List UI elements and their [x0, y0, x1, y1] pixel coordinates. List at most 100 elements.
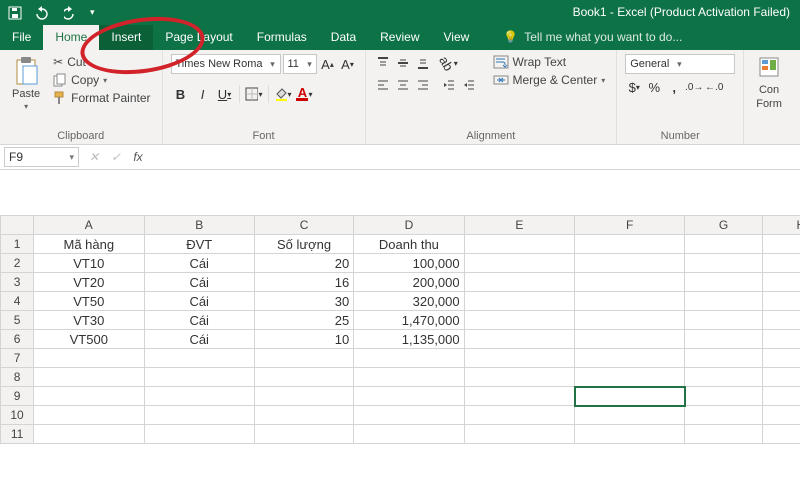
cell[interactable]: 1,135,000: [354, 330, 464, 349]
cell[interactable]: [354, 349, 464, 368]
copy-button[interactable]: Copy▾: [50, 72, 153, 88]
accounting-format-button[interactable]: $▾: [625, 78, 643, 96]
qat-customize-icon[interactable]: ▾: [90, 7, 95, 18]
tab-page-layout[interactable]: Page Layout: [153, 25, 244, 50]
cell[interactable]: [685, 254, 762, 273]
row-header[interactable]: 11: [1, 425, 34, 444]
cell[interactable]: Số lượng: [254, 235, 353, 254]
cell[interactable]: [254, 368, 353, 387]
cell[interactable]: [34, 425, 144, 444]
cell[interactable]: [575, 254, 685, 273]
align-left-button[interactable]: [374, 76, 392, 94]
cell[interactable]: [685, 330, 762, 349]
cell[interactable]: Cái: [144, 311, 254, 330]
col-header-F[interactable]: F: [575, 216, 685, 235]
row-header[interactable]: 4: [1, 292, 34, 311]
cell[interactable]: [762, 425, 800, 444]
merge-center-button[interactable]: Merge & Center▾: [490, 72, 609, 88]
cell[interactable]: Mã hàng: [34, 235, 144, 254]
cell[interactable]: [685, 425, 762, 444]
cell[interactable]: [34, 349, 144, 368]
decrease-decimal-button[interactable]: ←.0: [705, 78, 723, 96]
cell[interactable]: [354, 368, 464, 387]
cell[interactable]: [254, 425, 353, 444]
cell[interactable]: [762, 349, 800, 368]
row-header[interactable]: 3: [1, 273, 34, 292]
col-header-D[interactable]: D: [354, 216, 464, 235]
cell[interactable]: [685, 292, 762, 311]
cell[interactable]: [254, 406, 353, 425]
col-header-A[interactable]: A: [34, 216, 144, 235]
cell[interactable]: [464, 292, 574, 311]
cell[interactable]: [575, 425, 685, 444]
col-header-C[interactable]: C: [254, 216, 353, 235]
cell[interactable]: 100,000: [354, 254, 464, 273]
cell[interactable]: [464, 368, 574, 387]
cell[interactable]: [575, 273, 685, 292]
tab-view[interactable]: View: [432, 25, 482, 50]
align-bottom-button[interactable]: [414, 54, 432, 72]
col-header-H[interactable]: H: [762, 216, 800, 235]
cell[interactable]: [762, 235, 800, 254]
cell[interactable]: Cái: [144, 292, 254, 311]
decrease-font-button[interactable]: A▾: [339, 55, 357, 73]
enter-formula-button[interactable]: ✓: [105, 150, 127, 164]
cell[interactable]: [144, 425, 254, 444]
cancel-formula-button[interactable]: ✕: [83, 150, 105, 164]
cell[interactable]: 30: [254, 292, 353, 311]
cell[interactable]: [762, 311, 800, 330]
cell[interactable]: [762, 273, 800, 292]
cell[interactable]: [685, 273, 762, 292]
cell[interactable]: ĐVT: [144, 235, 254, 254]
font-color-button[interactable]: A▾: [295, 84, 315, 104]
row-header[interactable]: 6: [1, 330, 34, 349]
wrap-text-button[interactable]: Wrap Text: [490, 54, 609, 70]
cut-button[interactable]: ✂Cut: [50, 54, 153, 70]
tab-review[interactable]: Review: [368, 25, 431, 50]
select-all-corner[interactable]: [1, 216, 34, 235]
cell[interactable]: [144, 406, 254, 425]
cell[interactable]: [575, 406, 685, 425]
cell[interactable]: [575, 311, 685, 330]
conditional-formatting-button[interactable]: Con Form: [752, 54, 786, 112]
cell[interactable]: [464, 425, 574, 444]
cell[interactable]: [144, 368, 254, 387]
cell[interactable]: [762, 387, 800, 406]
cell[interactable]: [685, 311, 762, 330]
cell[interactable]: [464, 349, 574, 368]
cell[interactable]: [575, 387, 685, 406]
col-header-G[interactable]: G: [685, 216, 762, 235]
cell[interactable]: [144, 349, 254, 368]
cell[interactable]: 25: [254, 311, 353, 330]
cell[interactable]: [354, 406, 464, 425]
cell[interactable]: [575, 349, 685, 368]
spreadsheet-grid[interactable]: ABCDEFGH 1Mã hàngĐVTSố lượngDoanh thu2VT…: [0, 215, 800, 444]
cell[interactable]: [762, 254, 800, 273]
save-icon[interactable]: [8, 6, 22, 20]
tab-home[interactable]: Home: [43, 25, 99, 50]
cell[interactable]: [464, 254, 574, 273]
cell[interactable]: [464, 311, 574, 330]
borders-button[interactable]: ▾: [244, 84, 264, 104]
cell[interactable]: [34, 387, 144, 406]
row-header[interactable]: 5: [1, 311, 34, 330]
cell[interactable]: [575, 292, 685, 311]
tab-file[interactable]: File: [0, 25, 43, 50]
align-top-button[interactable]: [374, 54, 392, 72]
paste-button[interactable]: Paste ▾: [8, 54, 44, 113]
cell[interactable]: 320,000: [354, 292, 464, 311]
cell[interactable]: [685, 349, 762, 368]
row-header[interactable]: 7: [1, 349, 34, 368]
increase-decimal-button[interactable]: .0→: [685, 78, 703, 96]
tell-me[interactable]: 💡 Tell me what you want to do...: [491, 25, 694, 50]
cell[interactable]: [464, 387, 574, 406]
format-painter-button[interactable]: Format Painter: [50, 90, 153, 106]
cell[interactable]: Cái: [144, 254, 254, 273]
tab-data[interactable]: Data: [319, 25, 368, 50]
fx-button[interactable]: fx: [127, 150, 149, 164]
comma-format-button[interactable]: ,: [665, 78, 683, 96]
cell[interactable]: VT10: [34, 254, 144, 273]
col-header-B[interactable]: B: [144, 216, 254, 235]
col-header-E[interactable]: E: [464, 216, 574, 235]
cell[interactable]: Cái: [144, 273, 254, 292]
